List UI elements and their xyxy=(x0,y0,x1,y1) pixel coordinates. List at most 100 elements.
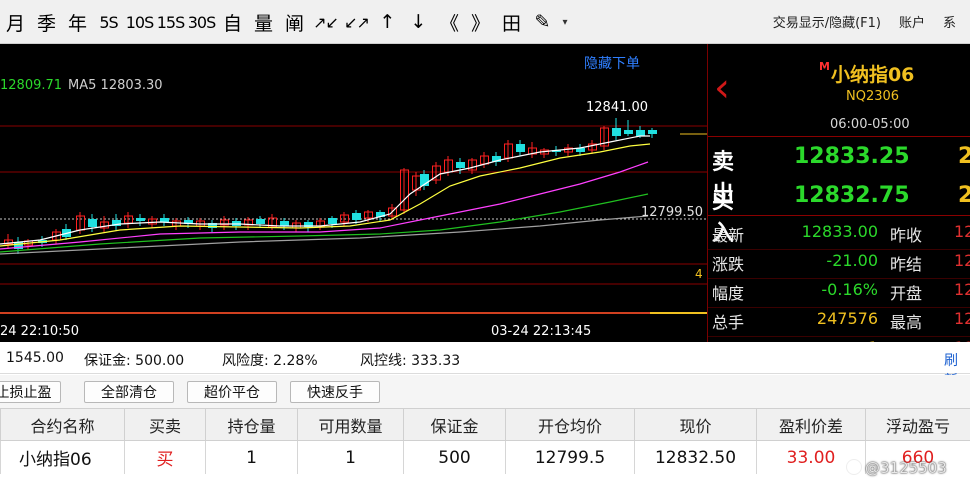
candle-body xyxy=(160,218,169,222)
toolbar-draw-button[interactable]: ✎ xyxy=(527,8,558,36)
column-header[interactable]: 可用数量 xyxy=(297,408,404,441)
divider xyxy=(708,136,970,137)
candle-body xyxy=(256,219,265,224)
toolbar-season-button[interactable]: 季 xyxy=(31,8,62,36)
ma-value: 12809.71 xyxy=(0,78,63,93)
side-number: 4 xyxy=(695,267,703,281)
market-close-button[interactable]: 超价平仓 xyxy=(187,381,277,403)
chevron-down-icon[interactable]: ▾ xyxy=(558,8,572,36)
toolbar-5s-button[interactable]: 5S xyxy=(93,8,124,36)
stat-value-2: 12 xyxy=(954,251,970,270)
stat-value: 247576 xyxy=(816,309,878,328)
watermark-text: @3125503 xyxy=(865,459,947,477)
trade-toggle-button[interactable]: 交易显示/隐藏(F1) xyxy=(773,12,881,31)
stop-loss-button[interactable]: 止损止盈 xyxy=(0,381,61,403)
kline-chart[interactable]: 12809.71 MA5 12803.30 隐藏下单 12841.00 12799… xyxy=(0,44,707,342)
toolbar-year-button[interactable]: 年 xyxy=(62,8,93,36)
toolbar-custom-button[interactable]: 自 xyxy=(217,8,248,36)
column-header[interactable]: 浮动盈亏 xyxy=(865,408,970,441)
column-header[interactable]: 现价 xyxy=(634,408,757,441)
column-header[interactable]: 保证金 xyxy=(403,408,506,441)
column-header[interactable]: 合约名称 xyxy=(0,408,125,441)
toolbar-expand-button[interactable]: ↗↙ xyxy=(310,8,341,36)
divider xyxy=(708,278,970,279)
toolbar-10s-button[interactable]: 10S xyxy=(124,8,155,36)
stat-label: 幅度 xyxy=(712,284,745,303)
sell-qty: 2 xyxy=(958,144,970,169)
ma5-label: MA5 12803.30 xyxy=(68,78,163,93)
session-time: 06:00-05:00 xyxy=(830,117,910,132)
divider xyxy=(708,336,970,337)
ma-line-yellow xyxy=(0,143,651,247)
stat-value: -0.16% xyxy=(821,280,878,299)
high-price-label: 12841.00 xyxy=(586,100,648,115)
action-bar: 止损止盈 全部清仓 超价平仓 快速反手 xyxy=(0,375,970,408)
toolbar-grid-button[interactable]: 田 xyxy=(496,8,527,36)
system-menu[interactable]: 系 xyxy=(943,12,956,31)
toolbar-page-left-button[interactable]: 《 xyxy=(434,8,465,36)
candle-body xyxy=(328,218,337,224)
toolbar: 月季年 5S 10S 15S 30S 自量阐 ↗↙ ↙↗ ↑ ↓ 《》田 ✎ ▾ 交易显示/隐藏(F1)… xyxy=(0,0,970,44)
table-cell: 买 xyxy=(124,440,206,475)
column-header[interactable]: 盈利价差 xyxy=(756,408,866,441)
table-cell: 12799.5 xyxy=(505,440,635,475)
toolbar-down-button[interactable]: ↓ xyxy=(403,8,434,36)
stat-label-2: 最高 xyxy=(890,313,923,332)
toolbar-overlay-button[interactable]: 阐 xyxy=(279,8,310,36)
stat-value-2: 12 xyxy=(954,222,970,241)
close-all-button[interactable]: 全部清仓 xyxy=(84,381,174,403)
period-toolbar: 月季年 5S 10S 15S 30S 自量阐 ↗↙ ↙↗ ↑ ↓ 《》田 ✎ ▾ xyxy=(0,8,572,36)
stat-value-2: 12 xyxy=(954,309,970,328)
table-cell: 1 xyxy=(297,440,404,475)
stat-label-2: 开盘 xyxy=(890,284,923,303)
buy-qty: 2 xyxy=(958,183,970,208)
watermark: @3125503 xyxy=(846,459,947,477)
hide-order-button[interactable]: 隐藏下单 xyxy=(584,53,640,73)
toolbar-up-button[interactable]: ↑ xyxy=(372,8,403,36)
candle-body xyxy=(280,221,289,226)
time-label-left: 24 22:10:50 xyxy=(0,324,79,339)
candle-body xyxy=(648,130,657,134)
toolbar-15s-button[interactable]: 15S xyxy=(155,8,186,36)
bottom-area xyxy=(0,474,970,500)
contract-code: NQ2306 xyxy=(846,89,900,104)
table-row[interactable]: 小纳指06 买 1 1 500 12799.5 12832.50 33.00 660 xyxy=(0,440,970,475)
margin-value: 保证金: 500.00 xyxy=(84,353,185,369)
table-header: 合约名称 买卖 持仓量 可用数量 保证金 开仓均价 现价 盈利价差 浮动盈亏 xyxy=(0,408,970,441)
table-cell: 12832.50 xyxy=(634,440,757,475)
divider xyxy=(708,215,970,216)
contract-title: M小纳指06 xyxy=(819,60,914,87)
toolbar-month-button[interactable]: 月 xyxy=(0,8,31,36)
ma-line-white xyxy=(0,135,650,245)
divider xyxy=(708,249,970,250)
candle-body xyxy=(636,130,645,136)
time-label-right: 03-24 22:13:45 xyxy=(491,324,591,339)
main-contract-marker: M xyxy=(819,60,830,73)
divider xyxy=(708,307,970,308)
table-cell: 500 xyxy=(403,440,506,475)
account-menu[interactable]: 账户 xyxy=(899,12,925,31)
candle-body xyxy=(612,128,621,136)
watermark-logo-icon xyxy=(846,459,862,475)
column-header[interactable]: 买卖 xyxy=(124,408,206,441)
column-header[interactable]: 开仓均价 xyxy=(505,408,635,441)
toolbar-page-right-button[interactable]: 》 xyxy=(465,8,496,36)
table-cell: 小纳指06 xyxy=(0,440,125,475)
back-arrow-icon[interactable]: ‹ xyxy=(714,68,730,108)
stat-label-2: 昨结 xyxy=(890,255,923,274)
balance-value: 1545.00 xyxy=(6,350,64,366)
risk-value: 风险度: 2.28% xyxy=(222,353,318,369)
table-cell: 1 xyxy=(205,440,298,475)
sell-price: 12833.25 xyxy=(794,144,910,169)
candle-body xyxy=(624,130,633,134)
column-header[interactable]: 持仓量 xyxy=(205,408,298,441)
stat-label-2: 昨收 xyxy=(890,226,923,245)
risk-line-value: 风控线: 333.33 xyxy=(360,353,461,369)
toolbar-30s-button[interactable]: 30S xyxy=(186,8,217,36)
toolbar-volume-button[interactable]: 量 xyxy=(248,8,279,36)
reverse-button[interactable]: 快速反手 xyxy=(290,381,380,403)
candle-body xyxy=(136,218,145,221)
positions-table: 合约名称 买卖 持仓量 可用数量 保证金 开仓均价 现价 盈利价差 浮动盈亏 小纳指06 买 1 1 5… xyxy=(0,408,970,475)
toolbar-shrink-button[interactable]: ↙↗ xyxy=(341,8,372,36)
quote-panel: ‹ M小纳指06 NQ2306 06:00-05:00 卖出 12833.25 … xyxy=(707,44,970,361)
